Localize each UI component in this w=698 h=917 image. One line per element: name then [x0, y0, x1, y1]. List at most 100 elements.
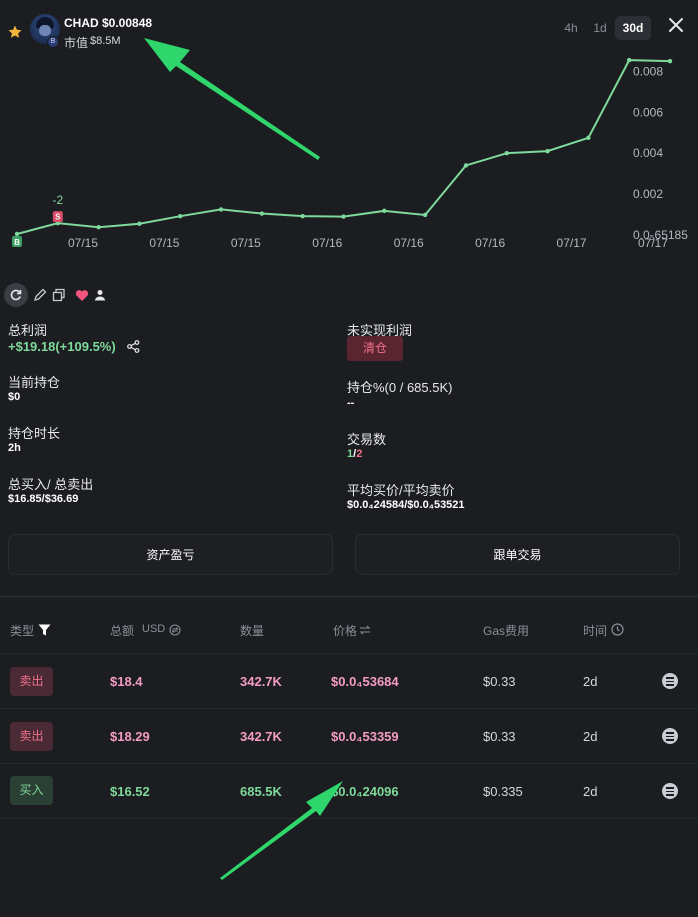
- section-divider: [0, 596, 698, 597]
- holding-percent-value: --: [347, 397, 355, 409]
- avg-price-value: $0.0₄24584/$0.0₄53521: [347, 499, 465, 511]
- col-quantity: 数量: [240, 624, 265, 638]
- price-point: [545, 148, 550, 154]
- details-icon[interactable]: [662, 783, 678, 799]
- price-point: [626, 57, 632, 63]
- copy-trade-button[interactable]: 跟单交易: [355, 534, 680, 575]
- price-point: [341, 214, 346, 219]
- copy-icon[interactable]: [52, 288, 66, 302]
- buy-marker-label: B: [14, 238, 20, 247]
- refresh-icon[interactable]: [4, 283, 28, 307]
- details-icon[interactable]: [662, 728, 678, 744]
- trade-gas: $0.33: [483, 674, 516, 689]
- total-profit-value: +$19.18(+109.5%): [8, 339, 116, 354]
- buy-sell-total-label: 总买入/ 总卖出: [8, 477, 94, 492]
- timeframe-4h[interactable]: 4h: [558, 16, 584, 40]
- trade-quantity: 685.5K: [240, 784, 282, 799]
- trade-time: 2d: [583, 729, 598, 744]
- price-point: [137, 221, 142, 226]
- x-tick-label: 07/15: [149, 236, 179, 250]
- y-tick-label: 0.002: [633, 187, 663, 201]
- col-price: 价格: [333, 624, 358, 638]
- x-tick-label: 07/17: [557, 236, 587, 250]
- price-point: [300, 213, 305, 219]
- trade-price: $0.0₄24096: [331, 784, 399, 799]
- duration-label: 持仓时长: [8, 426, 61, 441]
- trade-quantity: 342.7K: [240, 729, 282, 744]
- x-tick-label: 07/16: [394, 236, 424, 250]
- row-separator: [0, 763, 698, 764]
- y-tick-label: 0.008: [633, 64, 663, 78]
- sell-count: 2: [356, 448, 363, 460]
- trade-price: $0.0₄53684: [331, 674, 399, 689]
- sell-marker-label: S: [55, 213, 61, 222]
- timeframe-1d[interactable]: 1d: [589, 16, 611, 40]
- price-point: [667, 58, 673, 64]
- close-icon[interactable]: [667, 16, 685, 34]
- user-icon[interactable]: [94, 289, 106, 301]
- price-point: [586, 135, 591, 141]
- market-cap-value: $8.5M: [90, 35, 121, 47]
- clock-icon[interactable]: [611, 623, 624, 636]
- total-profit-label: 总利润: [8, 323, 48, 338]
- details-icon[interactable]: [662, 673, 678, 689]
- timeframe-30d[interactable]: 30d: [615, 16, 651, 40]
- holding-value: $0: [8, 391, 21, 403]
- duration-value: 2h: [8, 442, 21, 454]
- price-point: [96, 225, 101, 230]
- token-price: $0.00848: [102, 16, 153, 30]
- share-icon[interactable]: [127, 340, 140, 353]
- chain-badge: B: [47, 36, 59, 48]
- star-icon[interactable]: [7, 24, 23, 40]
- col-type: 类型: [10, 624, 35, 638]
- col-gas: Gas费用: [483, 624, 530, 638]
- action-toolbar: [0, 282, 200, 310]
- x-tick-label: 07/15: [68, 236, 98, 250]
- asset-pnl-button[interactable]: 资产盈亏: [8, 534, 333, 575]
- col-time: 时间: [583, 624, 608, 638]
- trade-amount: $16.52: [110, 784, 150, 799]
- clear-position-button[interactable]: 清仓: [347, 336, 403, 361]
- trade-amount: $18.29: [110, 729, 150, 744]
- price-point: [259, 211, 265, 216]
- trade-gas: $0.335: [483, 784, 523, 799]
- row-separator: [0, 818, 698, 819]
- x-tick-label: 07/15: [231, 236, 261, 250]
- trade-time: 2d: [583, 784, 598, 799]
- trades-count-label: 交易数: [347, 432, 387, 447]
- trade-gas: $0.33: [483, 729, 516, 744]
- avg-price-label: 平均买价/平均卖价: [347, 483, 455, 498]
- edit-icon[interactable]: [33, 288, 47, 302]
- price-point: [382, 208, 387, 214]
- market-cap-label: 市值: [64, 36, 89, 50]
- price-point: [14, 231, 20, 237]
- price-swap-icon[interactable]: [359, 625, 371, 635]
- x-tick-label: 07/16: [475, 236, 505, 250]
- x-tick-label: 07/16: [312, 236, 342, 250]
- buy-sell-total-value: $16.85/$36.69: [8, 493, 79, 505]
- holding-label: 当前持仓: [8, 375, 61, 390]
- token-symbol: CHAD: [64, 16, 99, 30]
- price-point: [422, 212, 428, 218]
- col-amount-unit: USD: [142, 623, 166, 635]
- trades-count-value: 1/2: [347, 448, 362, 460]
- price-point: [463, 163, 469, 168]
- trade-amount: $18.4: [110, 674, 143, 689]
- trade-time: 2d: [583, 674, 598, 689]
- y-tick-label: 0.004: [633, 146, 663, 160]
- filter-icon[interactable]: [38, 624, 51, 636]
- price-chart[interactable]: 0.0080.0060.0040.0020.0₅6518507/15 07/15 0…: [0, 55, 698, 265]
- price-point: [504, 150, 509, 156]
- trade-price: $0.0₄53359: [331, 729, 399, 744]
- sell-amount-label: -2: [52, 193, 63, 207]
- token-header: B CHAD $0.00848 市值 $8.5M 4h 1d 30d: [0, 0, 698, 60]
- currency-switch-icon[interactable]: [169, 624, 181, 636]
- row-separator: [0, 708, 698, 709]
- trade-quantity: 342.7K: [240, 674, 282, 689]
- trade-type-badge[interactable]: 买入: [10, 776, 53, 805]
- heart-icon[interactable]: [75, 289, 89, 302]
- trade-type-badge[interactable]: 卖出: [10, 722, 53, 751]
- trade-type-badge[interactable]: 卖出: [10, 667, 53, 696]
- x-tick-label: 07/17: [638, 236, 668, 250]
- y-tick-label: 0.006: [633, 105, 663, 119]
